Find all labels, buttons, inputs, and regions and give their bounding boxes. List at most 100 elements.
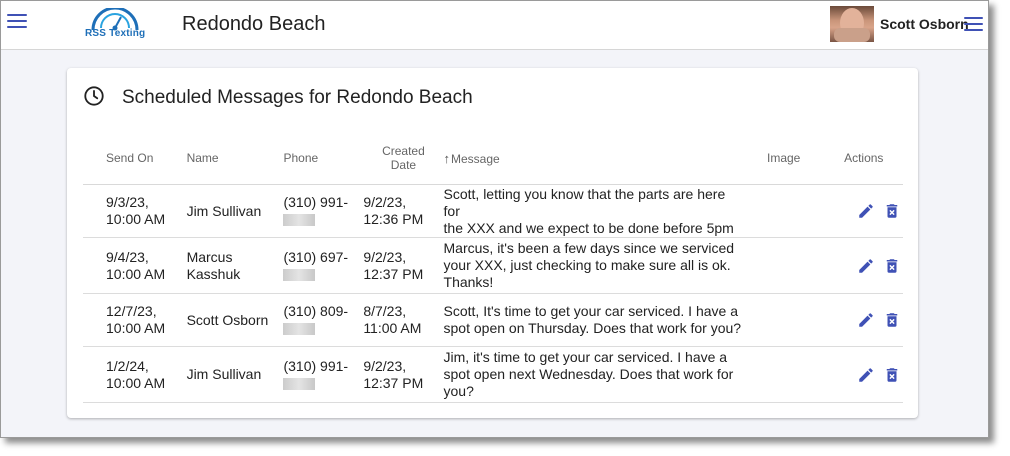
send-on-cell: 9/4/23, 10:00 AM — [83, 238, 187, 294]
phone-text: (310) 809- — [283, 303, 349, 319]
send-on-cell: 12/7/23, 10:00 AM — [83, 294, 187, 347]
actions-cell — [825, 294, 904, 347]
send-on-date: 9/4/23, — [106, 248, 149, 265]
message-line: Jim, it's time to get your car serviced.… — [443, 349, 728, 365]
created-time: 11:00 AM — [363, 320, 422, 336]
created-cell: 9/2/23, 12:37 PM — [363, 347, 443, 403]
phone-cell: (310) 991- — [283, 185, 363, 238]
pencil-icon[interactable] — [857, 257, 875, 275]
actions-cell — [825, 238, 904, 294]
top-app-bar: RSS Texting Redondo Beach Scott Osborn — [1, 1, 988, 50]
col-name[interactable]: Name — [187, 132, 284, 185]
col-send-on[interactable]: Send On — [83, 132, 187, 185]
phone-text: (310) 991- — [283, 357, 349, 374]
name-line: Kasshuk — [186, 265, 241, 282]
name-cell: Scott Osborn — [186, 311, 269, 328]
send-on-time: 10:00 AM — [106, 211, 166, 227]
card-title: Scheduled Messages for Redondo Beach — [122, 87, 473, 108]
clock-icon — [84, 86, 104, 106]
logo-text: RSS Texting — [85, 28, 146, 39]
app-window: RSS Texting Redondo Beach Scott Osborn S… — [0, 0, 989, 438]
table-row: 9/4/23, 10:00 AM Marcus Kasshuk (310) 697-… — [83, 238, 903, 294]
col-message-label: Message — [451, 151, 500, 166]
redacted-phone — [283, 323, 316, 336]
message-line: Thanks! — [443, 274, 494, 290]
user-name[interactable]: Scott Osborn — [880, 16, 969, 32]
created-date: 9/2/23, — [363, 248, 407, 265]
send-on-time: 10:00 AM — [106, 265, 166, 282]
message-line: Scott, letting you know that the parts a… — [443, 185, 726, 219]
name-cell: Marcus Kasshuk — [187, 238, 284, 294]
scheduled-messages-card: Scheduled Messages for Redondo Beach Sen… — [67, 68, 918, 418]
col-actions: Actions — [844, 151, 884, 165]
table-row: 9/3/23, 10:00 AM Jim Sullivan (310) 991- … — [83, 185, 903, 238]
redacted-phone — [283, 214, 316, 227]
created-time: 12:36 PM — [363, 211, 424, 227]
col-phone[interactable]: Phone — [283, 132, 363, 185]
send-on-date: 12/7/23, — [106, 303, 157, 319]
created-date: 9/2/23, — [363, 194, 407, 210]
send-on-date: 9/3/23, — [106, 194, 149, 210]
message-line: spot open on Thursday. Does that work fo… — [443, 320, 742, 336]
actions-cell — [825, 347, 904, 403]
col-created-date[interactable]: Created Date — [363, 132, 443, 185]
created-date: 9/2/23, — [363, 357, 407, 374]
created-cell: 9/2/23, 12:36 PM — [363, 185, 443, 238]
col-image[interactable]: Image — [743, 132, 825, 185]
col-created-line2: Date — [390, 158, 417, 172]
image-cell — [743, 185, 825, 238]
table-row: 1/2/24, 10:00 AM Jim Sullivan (310) 991- … — [83, 347, 903, 403]
image-cell — [743, 238, 825, 294]
message-cell: Jim, it's time to get your car serviced.… — [444, 347, 743, 403]
message-cell: Scott, It's time to get your car service… — [444, 294, 743, 347]
created-date: 8/7/23, — [363, 303, 407, 319]
col-message[interactable]: ↑Message — [444, 132, 743, 185]
user-menu-icon[interactable] — [964, 17, 983, 32]
scheduled-messages-table: Send On Name Phone Created Date ↑Message… — [83, 132, 903, 403]
pencil-icon[interactable] — [857, 366, 875, 384]
page-title: Redondo Beach — [182, 13, 326, 35]
message-line: spot open next Wednesday. Does that work… — [443, 366, 734, 382]
message-line: Marcus, it's been a few days since we se… — [443, 240, 735, 256]
phone-cell: (310) 697- — [283, 238, 363, 294]
message-line: the XXX and we expect to be done before … — [443, 219, 734, 236]
redacted-phone — [283, 268, 316, 281]
message-cell: Scott, letting you know that the parts a… — [444, 185, 743, 238]
hamburger-menu-icon[interactable] — [7, 14, 27, 32]
phone-cell: (310) 809- — [283, 294, 363, 347]
delete-x-icon[interactable] — [883, 257, 901, 275]
redacted-phone — [283, 377, 316, 390]
image-cell — [743, 294, 825, 347]
message-line: you? — [443, 383, 474, 399]
table-row: 12/7/23, 10:00 AM Scott Osborn (310) 809-… — [83, 294, 903, 347]
send-on-time: 10:00 AM — [106, 374, 166, 391]
delete-x-icon[interactable] — [883, 311, 901, 329]
delete-x-icon[interactable] — [883, 202, 901, 220]
message-line: Scott, It's time to get your car service… — [443, 303, 738, 319]
name-cell: Jim Sullivan — [186, 202, 262, 219]
message-line: your XXX, just checking to make sure all… — [443, 257, 731, 273]
image-cell — [743, 347, 825, 403]
pencil-icon[interactable] — [857, 202, 875, 220]
delete-x-icon[interactable] — [883, 366, 901, 384]
phone-cell: (310) 991- — [283, 347, 363, 403]
name-cell: Jim Sullivan — [186, 366, 262, 382]
created-time: 12:37 PM — [363, 374, 424, 391]
message-cell: Marcus, it's been a few days since we se… — [444, 238, 743, 294]
pencil-icon[interactable] — [857, 311, 875, 329]
arrow-up-icon: ↑ — [443, 150, 451, 166]
created-time: 12:37 PM — [363, 265, 424, 282]
phone-text: (310) 991- — [283, 194, 349, 210]
avatar[interactable] — [830, 6, 874, 42]
send-on-cell: 1/2/24, 10:00 AM — [83, 347, 187, 403]
col-created-line1: Created — [382, 144, 425, 158]
send-on-cell: 9/3/23, 10:00 AM — [83, 185, 187, 238]
created-cell: 9/2/23, 12:37 PM — [363, 238, 443, 294]
send-on-time: 10:00 AM — [106, 320, 166, 336]
table-header-row: Send On Name Phone Created Date ↑Message… — [83, 132, 903, 185]
actions-cell — [825, 185, 904, 238]
created-cell: 8/7/23, 11:00 AM — [363, 294, 443, 347]
phone-text: (310) 697- — [283, 248, 349, 265]
send-on-date: 1/2/24, — [106, 357, 149, 374]
name-line: Marcus — [186, 248, 233, 265]
